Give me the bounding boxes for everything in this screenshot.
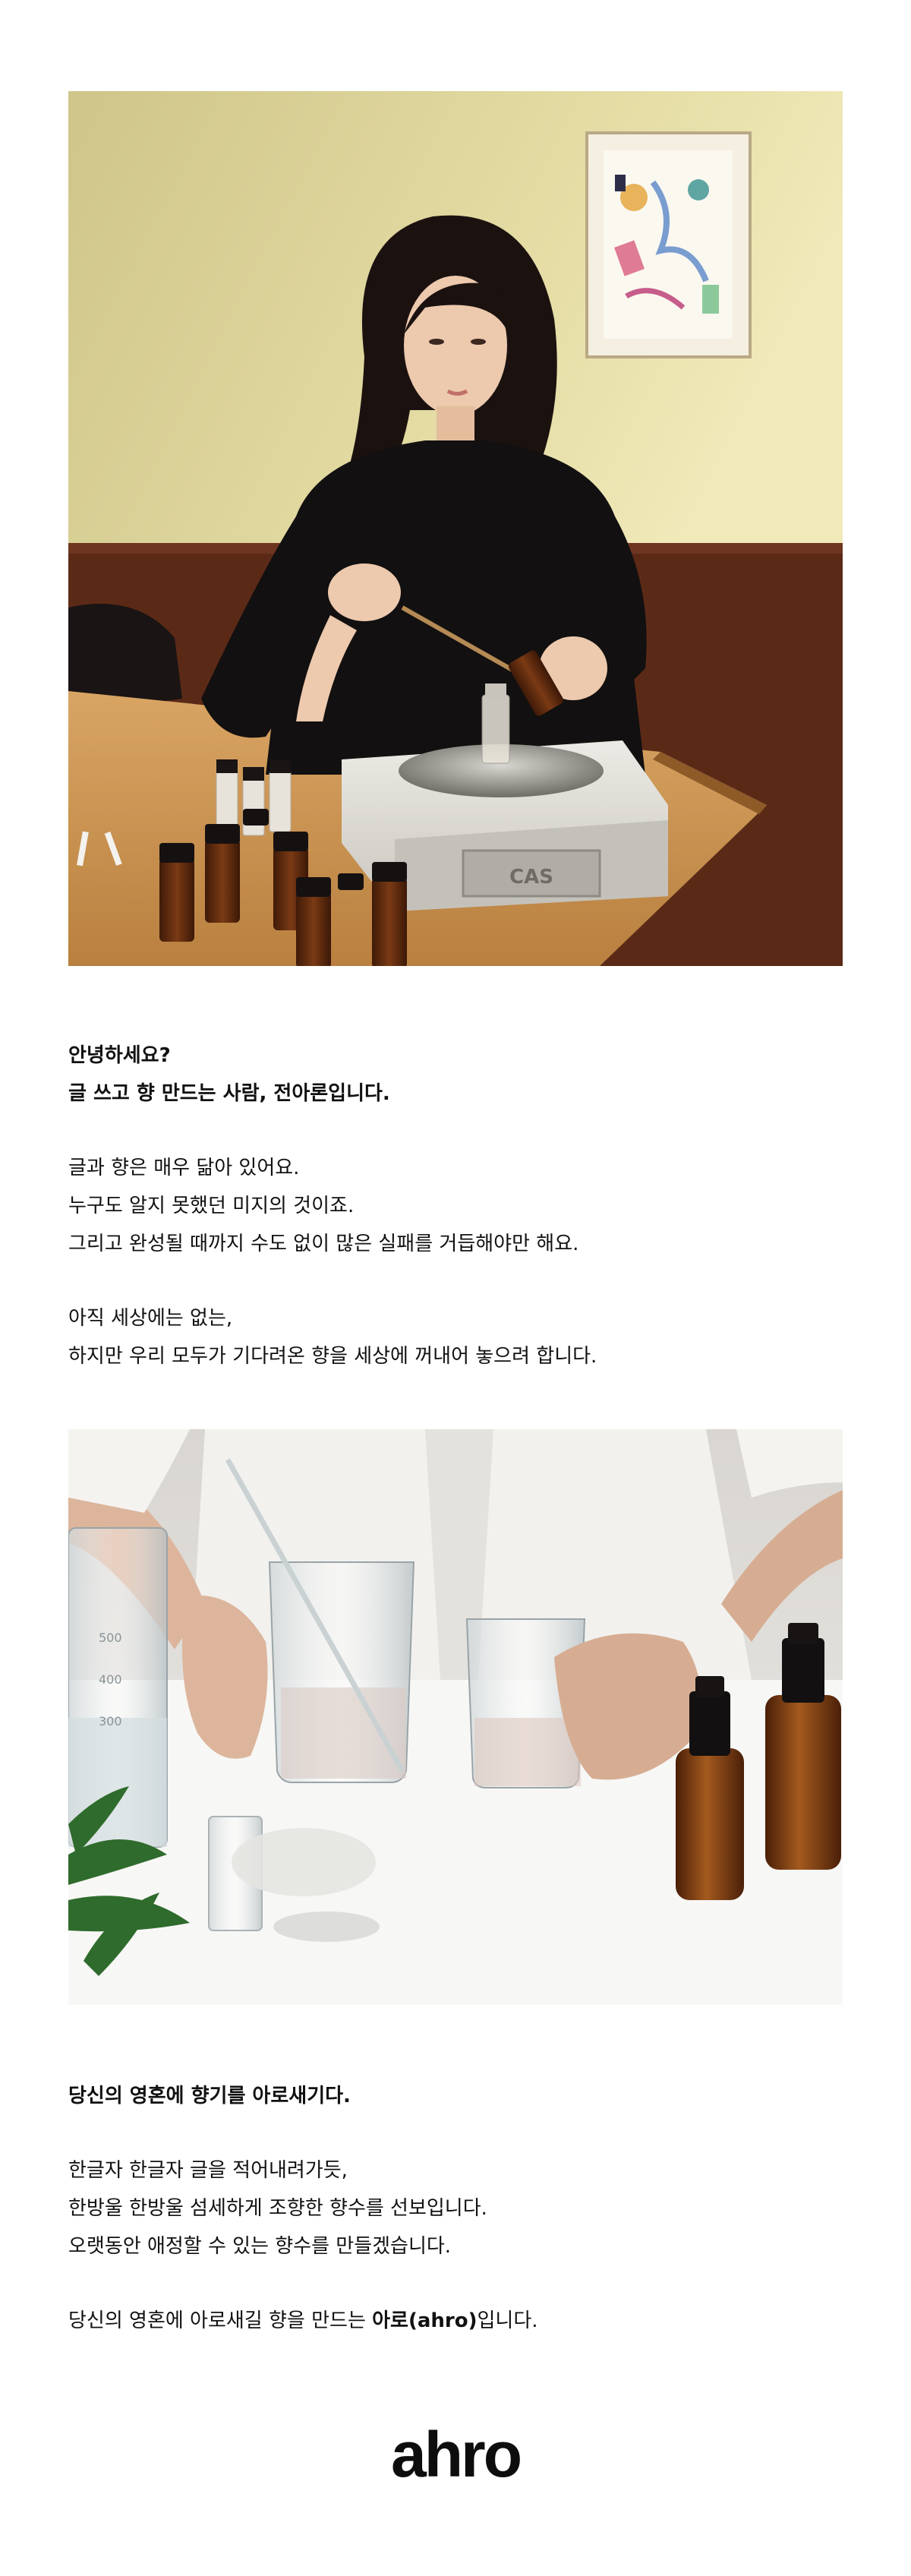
brand-heading: 당신의 영혼에 향기를 아로새기다.: [68, 2085, 351, 2107]
beaker-mark: 400: [99, 1672, 122, 1687]
greeting: 안녕하세요?: [68, 1044, 171, 1067]
ahro-logo: ahro: [390, 2419, 522, 2490]
closing-prefix: 당신의 영혼에 아로새길 향을 만드는: [68, 2309, 373, 2332]
brand-paragraph-line: 한방울 한방울 섬세하게 조향한 향수를 선보입니다.: [68, 2197, 487, 2220]
brand-paragraph-line: 한글자 한글자 글을 적어내려가듯,: [68, 2159, 348, 2182]
intro-paragraph-line: 하지만 우리 모두가 기다려온 향을 세상에 꺼내어 놓으려 합니다.: [68, 1345, 597, 1368]
perfumer-illustration: CAS: [68, 91, 843, 966]
scale-brand-label: CAS: [509, 866, 553, 889]
introduction: 글 쓰고 향 만드는 사람, 전아론입니다.: [68, 1082, 390, 1105]
beaker-mark: 500: [99, 1631, 122, 1645]
perfumer-photo: CAS: [68, 91, 843, 966]
brand-section: 당신의 영혼에 향기를 아로새기다. 한글자 한글자 글을 적어내려가듯, 한방…: [68, 2077, 843, 2340]
glassware-photo: 500 400 300: [68, 1429, 843, 2005]
intro-paragraph-line: 아직 세상에는 없는,: [68, 1307, 233, 1330]
intro-paragraph-line: 그리고 완성될 때까지 수도 없이 많은 실패를 거듭해야만 해요.: [68, 1233, 579, 1255]
glassware-illustration: 500 400 300: [68, 1429, 843, 2005]
beaker-mark: 300: [99, 1714, 122, 1728]
intro-paragraph-line: 누구도 알지 못했던 미지의 것이죠.: [68, 1195, 355, 1217]
intro-section: 안녕하세요? 글 쓰고 향 만드는 사람, 전아론입니다. 글과 향은 매우 닮…: [68, 1037, 843, 1375]
brand-name: 아로(ahro): [372, 2309, 478, 2332]
closing-suffix: 입니다.: [477, 2309, 538, 2332]
intro-paragraph-line: 글과 향은 매우 닮아 있어요.: [68, 1157, 300, 1179]
brand-closing: 당신의 영혼에 아로새길 향을 만드는 아로(ahro)입니다.: [68, 2302, 843, 2340]
brand-paragraph-line: 오랫동안 애정할 수 있는 향수를 만들겠습니다.: [68, 2235, 452, 2258]
